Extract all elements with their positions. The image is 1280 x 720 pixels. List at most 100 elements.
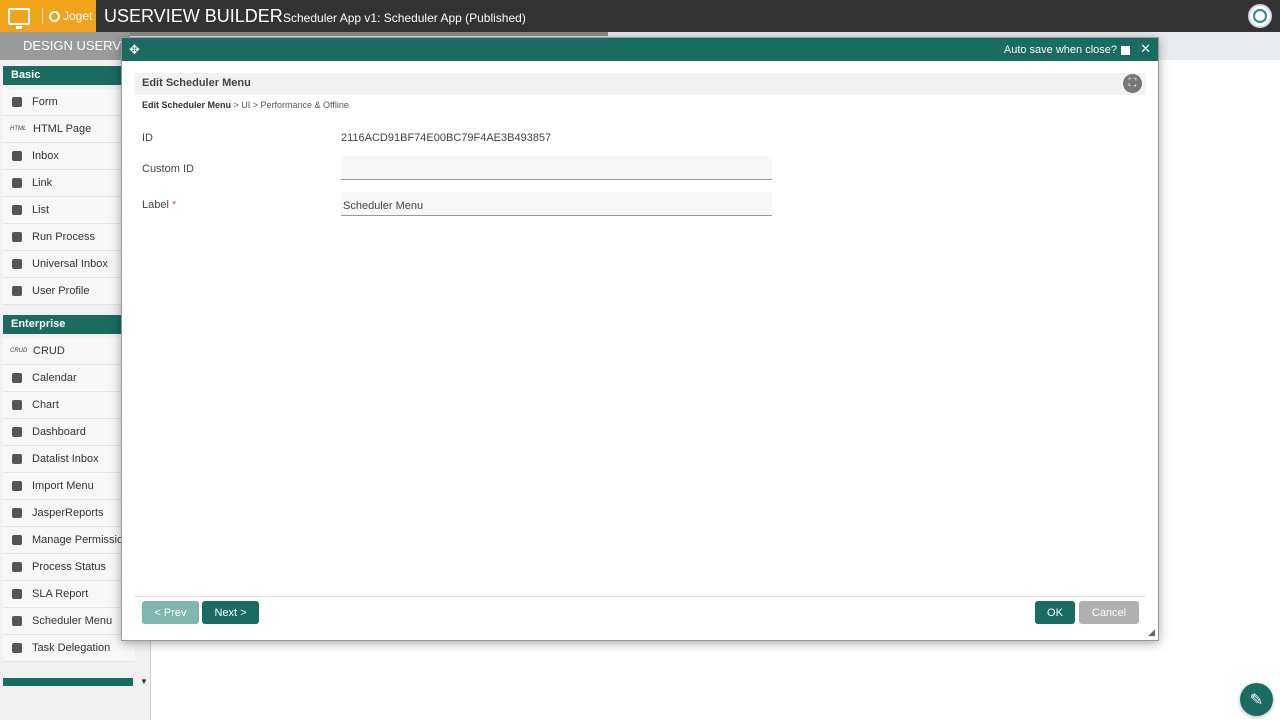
- sidebar-item-label: User Profile: [32, 285, 90, 297]
- sidebar-item-label: Run Process: [32, 231, 95, 243]
- next-button[interactable]: Next >: [202, 601, 259, 624]
- custom-id-label: Custom ID: [142, 163, 194, 175]
- sidebar-item-calendar[interactable]: Calendar: [3, 365, 135, 392]
- sidebar-item-jasperreports[interactable]: JasperReports: [3, 500, 135, 527]
- resize-handle-icon[interactable]: ◢: [1148, 627, 1155, 638]
- import-icon: [10, 480, 24, 492]
- globe-icon: [1253, 9, 1267, 23]
- joget-icon: [49, 10, 60, 22]
- link-icon: [10, 177, 24, 189]
- sidebar-item-task-delegation[interactable]: Task Delegation: [3, 635, 135, 662]
- sidebar-item-process-status[interactable]: Process Status: [3, 554, 135, 581]
- breadcrumb-rest[interactable]: > UI > Performance & Offline: [231, 100, 349, 110]
- sidebar-item-universal-inbox[interactable]: Universal Inbox: [3, 251, 135, 278]
- category-enterprise[interactable]: Enterprise: [3, 315, 133, 334]
- scroll-down-icon[interactable]: ▼: [140, 677, 148, 686]
- calendar-icon: [10, 372, 24, 384]
- brand-logo[interactable]: Joget: [0, 0, 96, 32]
- play-icon: [10, 231, 24, 243]
- dialog-header: Edit Scheduler Menu ⛶: [134, 73, 1146, 95]
- category-next-header[interactable]: [3, 678, 133, 686]
- autosave-label: Auto save when close?: [1003, 44, 1117, 56]
- sidebar-item-label: Dashboard: [32, 426, 86, 438]
- sidebar-item-chart[interactable]: Chart: [3, 392, 135, 419]
- inbox-icon: [10, 453, 24, 465]
- edit-menu-dialog: ✥ Auto save when close? ✕ Edit Scheduler…: [121, 37, 1159, 641]
- sidebar-item-link[interactable]: Link: [3, 170, 135, 197]
- form-icon: [10, 96, 24, 108]
- required-marker: *: [171, 199, 177, 211]
- delegation-icon: [10, 642, 24, 654]
- sidebar-item-label: SLA Report: [32, 588, 89, 600]
- sidebar-item-manage-permission[interactable]: Manage Permission: [3, 527, 135, 554]
- sidebar-item-dashboard[interactable]: Dashboard: [3, 419, 135, 446]
- tab-strip: [130, 32, 608, 36]
- sidebar-item-label: Manage Permission: [32, 534, 130, 546]
- sidebar-item-label: Chart: [32, 399, 59, 411]
- sidebar-item-form[interactable]: Form: [3, 89, 135, 116]
- sidebar-item-sla-report[interactable]: SLA Report: [3, 581, 135, 608]
- html-icon: HTML: [10, 126, 27, 132]
- status-icon: [10, 561, 24, 573]
- sidebar-item-label: Universal Inbox: [32, 258, 108, 270]
- report-icon: [10, 507, 24, 519]
- id-value: 2116ACD91BF74E00BC79F4AE3B493857: [341, 132, 552, 144]
- crud-icon: CRUD: [10, 348, 28, 354]
- sidebar-item-scheduler-menu[interactable]: Scheduler Menu: [3, 608, 135, 635]
- sidebar-item-label: Link: [32, 177, 53, 189]
- sidebar-item-label: Inbox: [32, 150, 59, 162]
- joget-logo: Joget: [49, 9, 92, 23]
- sidebar-item-crud[interactable]: CRUD CRUD: [3, 338, 135, 365]
- dashboard-icon: [10, 426, 24, 438]
- custom-id-input[interactable]: [341, 156, 772, 180]
- sidebar-item-label: Process Status: [32, 561, 106, 573]
- app-subtitle: Scheduler App v1: Scheduler App (Publish…: [283, 11, 526, 25]
- sidebar-item-inbox[interactable]: Inbox: [3, 143, 135, 170]
- ok-button[interactable]: OK: [1035, 601, 1075, 624]
- sidebar-item-import-menu[interactable]: Import Menu: [3, 473, 135, 500]
- sidebar-item-label: Scheduler Menu: [32, 615, 113, 627]
- breadcrumb-current[interactable]: Edit Scheduler Menu: [142, 100, 231, 110]
- sidebar-item-label: Import Menu: [32, 480, 94, 492]
- sidebar-item-label: Datalist Inbox: [32, 453, 99, 465]
- inbox-icon: [10, 150, 24, 162]
- sidebar-item-user-profile[interactable]: User Profile: [3, 278, 135, 305]
- close-icon[interactable]: ✕: [1140, 41, 1151, 57]
- brand-separator: [42, 8, 43, 24]
- edit-pencil-icon[interactable]: ✎: [1240, 683, 1273, 716]
- cancel-button[interactable]: Cancel: [1079, 601, 1139, 624]
- sla-icon: [10, 588, 24, 600]
- sidebar-item-label: List: [32, 204, 50, 216]
- sidebar-item-label: Task Delegation: [32, 642, 111, 654]
- dialog-titlebar[interactable]: ✥ Auto save when close? ✕: [122, 38, 1158, 61]
- autosave-checkbox[interactable]: [1121, 45, 1130, 55]
- dialog-header-title: Edit Scheduler Menu: [142, 77, 251, 89]
- sidebar-item-label: CRUD: [33, 345, 65, 357]
- label-input[interactable]: [341, 192, 772, 216]
- prev-button[interactable]: < Prev: [142, 601, 199, 624]
- users-icon: [10, 534, 24, 546]
- sidebar-item-list[interactable]: List: [3, 197, 135, 224]
- avatar[interactable]: [1248, 4, 1272, 28]
- label-label-text: Label: [142, 199, 169, 211]
- top-bar: Joget USERVIEW BUILDER Scheduler App v1:…: [0, 0, 1280, 32]
- sidebar-item-datalist-inbox[interactable]: Datalist Inbox: [3, 446, 135, 473]
- footer-divider: [134, 596, 1146, 597]
- user-icon: [10, 285, 24, 297]
- fullscreen-icon[interactable]: ⛶: [1123, 74, 1142, 93]
- breadcrumb: Edit Scheduler Menu > UI > Performance &…: [142, 100, 349, 110]
- builder-title: USERVIEW BUILDER: [104, 6, 283, 26]
- list-icon: [10, 204, 24, 216]
- inbox-icon: [10, 258, 24, 270]
- label-label: Label *: [142, 199, 176, 211]
- sidebar-item-label: Form: [32, 96, 58, 108]
- sidebar-item-run-process[interactable]: Run Process: [3, 224, 135, 251]
- autosave-toggle[interactable]: Auto save when close?: [1004, 44, 1130, 56]
- monitor-icon: [8, 7, 30, 29]
- sidebar-item-html-page[interactable]: HTML HTML Page: [3, 116, 135, 143]
- chart-icon: [10, 399, 24, 411]
- tab-design-userview[interactable]: DESIGN USERVIEW: [0, 32, 130, 60]
- category-basic[interactable]: Basic: [3, 66, 133, 85]
- move-icon[interactable]: ✥: [129, 42, 140, 58]
- scheduler-icon: [10, 615, 24, 627]
